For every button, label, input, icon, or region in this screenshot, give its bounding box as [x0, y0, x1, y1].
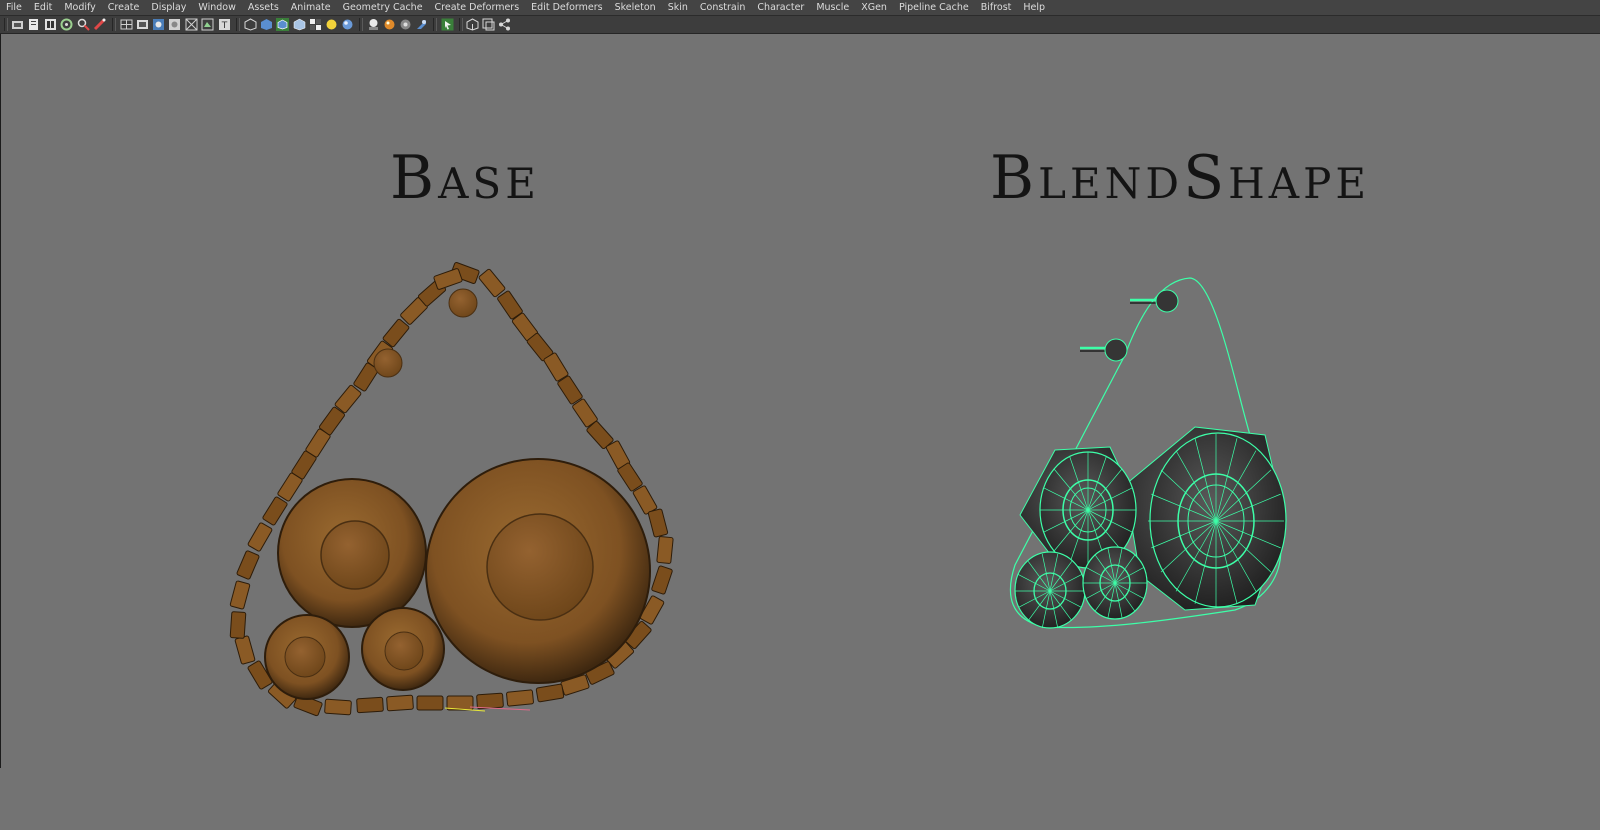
menu-skin[interactable]: Skin [662, 0, 694, 15]
menu-edit[interactable]: Edit [28, 0, 58, 15]
track-link [647, 508, 669, 538]
viewport-border [0, 34, 1, 768]
rotate-icon[interactable] [77, 18, 90, 31]
two-panes-icon[interactable] [466, 18, 479, 31]
camera-icon[interactable] [168, 18, 181, 31]
track-link [416, 695, 444, 711]
track-link [247, 522, 273, 552]
road-wheel-large [1124, 426, 1287, 611]
select-tool-icon[interactable] [11, 18, 24, 31]
smooth-shade-icon[interactable] [260, 18, 273, 31]
menu-xgen[interactable]: XGen [855, 0, 893, 15]
share-icon[interactable] [498, 18, 511, 31]
menu-animate[interactable]: Animate [285, 0, 337, 15]
grid-icon[interactable] [120, 18, 133, 31]
antialias-icon[interactable] [383, 18, 396, 31]
track-link [386, 694, 414, 712]
resolution-gate-icon[interactable] [152, 18, 165, 31]
track-link [234, 635, 256, 665]
track-link [356, 696, 384, 714]
wireframe-icon[interactable] [244, 18, 257, 31]
toolbar-separator [459, 18, 463, 31]
menu-file[interactable]: File [0, 0, 28, 15]
menu-modify[interactable]: Modify [58, 0, 101, 15]
panel-layout-icon[interactable] [441, 18, 454, 31]
shadows-icon[interactable] [325, 18, 338, 31]
highlight-icon[interactable] [415, 18, 428, 31]
track-link [535, 683, 565, 703]
textured-icon[interactable] [293, 18, 306, 31]
menu-muscle[interactable]: Muscle [810, 0, 855, 15]
lasso-icon[interactable] [27, 18, 40, 31]
road-wheel-small-right [1082, 546, 1148, 620]
toolbar-separator [4, 18, 8, 31]
wheel-hub [486, 513, 594, 621]
track-link [476, 692, 504, 710]
motion-blur-icon[interactable] [367, 18, 380, 31]
menu-create-deformers[interactable]: Create Deformers [429, 0, 526, 15]
menu-pipeline-cache[interactable]: Pipeline Cache [893, 0, 975, 15]
svg-text:T: T [221, 21, 228, 31]
track-link [446, 695, 474, 711]
idler-wheel-top [448, 288, 478, 318]
toolbar-separator [433, 18, 437, 31]
depth-of-field-icon[interactable] [399, 18, 412, 31]
blendshape-label: BlendShape [990, 143, 1371, 213]
film-gate-icon[interactable] [136, 18, 149, 31]
scale-icon[interactable] [93, 18, 106, 31]
track-link [651, 565, 673, 595]
track-link [656, 536, 674, 564]
toolbar-separator [359, 18, 363, 31]
menu-geometry-cache[interactable]: Geometry Cache [337, 0, 429, 15]
road-wheel-small-left [1014, 551, 1086, 629]
idler-wheel-upper [1080, 338, 1128, 362]
track-link [229, 611, 247, 639]
base-track-model[interactable] [220, 255, 690, 735]
panel-toolbar: T [0, 16, 1600, 34]
node-editor-icon[interactable] [482, 18, 495, 31]
wheel-hub [384, 631, 424, 671]
idler-wheel-upper [373, 348, 403, 378]
wireframe-on-shaded-icon[interactable] [276, 18, 289, 31]
base-label: Base [390, 143, 540, 213]
track-link [324, 698, 352, 716]
xray-icon[interactable]: T [218, 18, 231, 31]
track-link [478, 268, 506, 298]
menu-constrain[interactable]: Constrain [694, 0, 752, 15]
menu-edit-deformers[interactable]: Edit Deformers [525, 0, 608, 15]
blendshape-track-model[interactable] [1000, 275, 1320, 645]
lights-icon[interactable] [309, 18, 322, 31]
idler-wheel-top [1130, 289, 1179, 313]
toolbar-separator [112, 18, 116, 31]
wheel-hub [284, 636, 326, 678]
menu-create[interactable]: Create [102, 0, 146, 15]
menu-bar: File Edit Modify Create Display Window A… [0, 0, 1600, 16]
menu-assets[interactable]: Assets [242, 0, 285, 15]
move-icon[interactable] [60, 18, 73, 31]
menu-character[interactable]: Character [751, 0, 810, 15]
menu-help[interactable]: Help [1017, 0, 1051, 15]
ambient-occlusion-icon[interactable] [341, 18, 354, 31]
menu-display[interactable]: Display [145, 0, 192, 15]
paint-select-icon[interactable] [44, 18, 57, 31]
menu-bifrost[interactable]: Bifrost [975, 0, 1018, 15]
menu-skeleton[interactable]: Skeleton [609, 0, 662, 15]
track-link [262, 496, 288, 526]
image-plane-icon[interactable] [185, 18, 198, 31]
track-link [229, 580, 251, 610]
toolbar-separator [236, 18, 240, 31]
menu-window[interactable]: Window [192, 0, 241, 15]
track-link [236, 550, 260, 580]
track-link [506, 689, 534, 707]
wheel-hub [320, 520, 390, 590]
track-link [433, 268, 463, 290]
isolate-icon[interactable] [201, 18, 214, 31]
